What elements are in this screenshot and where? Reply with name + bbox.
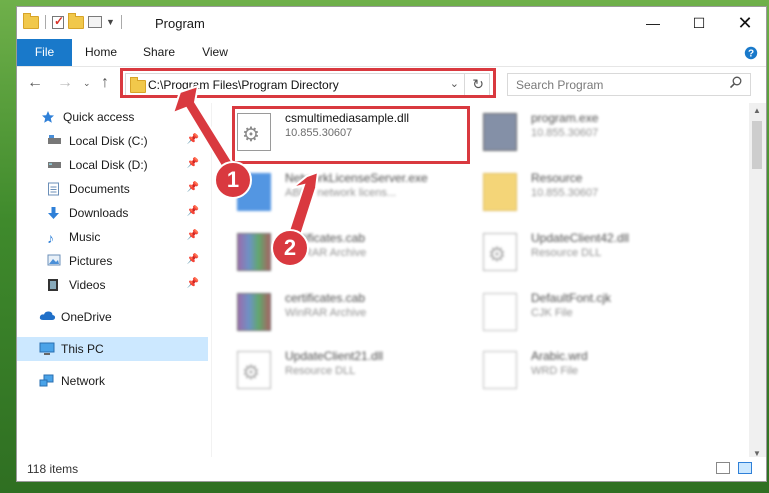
step-2-badge: 2 [271, 229, 309, 267]
annotation-arrows [171, 84, 320, 240]
step-1-badge: 1 [214, 161, 252, 199]
